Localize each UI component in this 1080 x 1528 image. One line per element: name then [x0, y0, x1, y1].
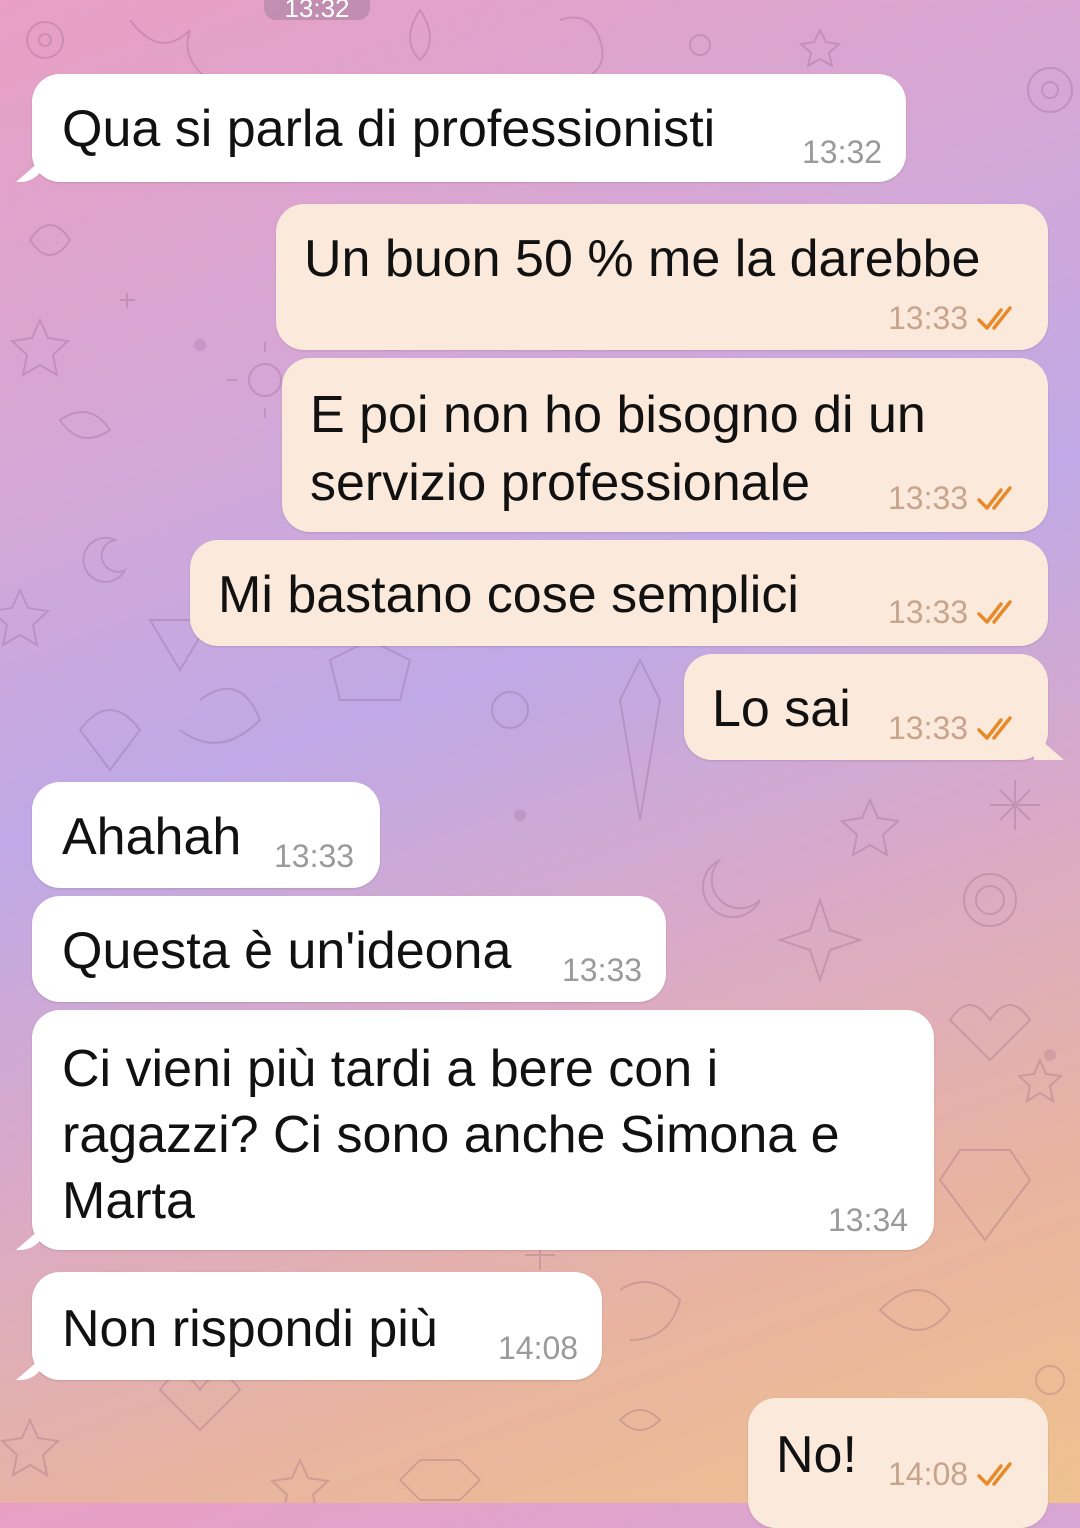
message-time: 13:34	[828, 1202, 909, 1238]
double-check-icon	[977, 305, 1012, 330]
message-text: Lo sai	[712, 680, 851, 738]
message-time: 13:33	[888, 710, 1022, 747]
message-time: 13:33	[888, 300, 1022, 337]
message-incoming[interactable]: Qua si parla di professionisti 13:32	[32, 74, 906, 182]
message-text-line: servizio professionale	[310, 454, 811, 512]
message-outgoing[interactable]: Lo sai 13:33	[684, 654, 1048, 760]
double-check-icon	[977, 1461, 1012, 1486]
message-time: 13:33	[888, 480, 1022, 517]
message-time: 13:33	[562, 952, 643, 988]
message-text: No!	[776, 1426, 857, 1484]
message-text: Qua si parla di professionisti	[62, 100, 716, 158]
message-incoming[interactable]: Ahahah 13:33	[32, 782, 380, 888]
message-incoming[interactable]: Questa è un'ideona 13:33	[32, 896, 666, 1002]
date-separator: 13:32	[264, 0, 370, 23]
message-text-line: Marta	[62, 1172, 195, 1230]
message-text: Ahahah	[62, 808, 242, 866]
message-outgoing[interactable]: E poi non ho bisogno di un servizio prof…	[282, 358, 1048, 532]
message-outgoing[interactable]: Mi bastano cose semplici 13:33	[190, 540, 1048, 646]
double-check-icon	[977, 715, 1012, 740]
message-time: 13:33	[274, 838, 355, 874]
message-text: Mi bastano cose semplici	[218, 566, 799, 624]
message-text: Questa è un'ideona	[62, 922, 512, 980]
message-incoming[interactable]: Non rispondi più 14:08	[32, 1272, 602, 1380]
message-time: 14:08	[498, 1330, 579, 1366]
message-time: 13:32	[802, 134, 883, 170]
message-text-line: Ci vieni più tardi a bere con i	[62, 1040, 719, 1098]
message-time: 13:33	[888, 594, 1022, 631]
message-text: Un buon 50 % me la darebbe	[304, 230, 981, 288]
message-outgoing[interactable]: Un buon 50 % me la darebbe 13:33	[276, 204, 1048, 350]
message-text: Non rispondi più	[62, 1300, 438, 1358]
message-time: 14:08	[888, 1456, 1022, 1493]
double-check-icon	[977, 599, 1012, 624]
message-text-line: ragazzi? Ci sono anche Simona e	[62, 1106, 840, 1164]
message-outgoing[interactable]: No! 14:08	[748, 1398, 1048, 1528]
double-check-icon	[977, 485, 1012, 510]
message-incoming[interactable]: Ci vieni più tardi a bere con i ragazzi?…	[32, 1010, 934, 1250]
message-text-line: E poi non ho bisogno di un	[310, 386, 926, 444]
